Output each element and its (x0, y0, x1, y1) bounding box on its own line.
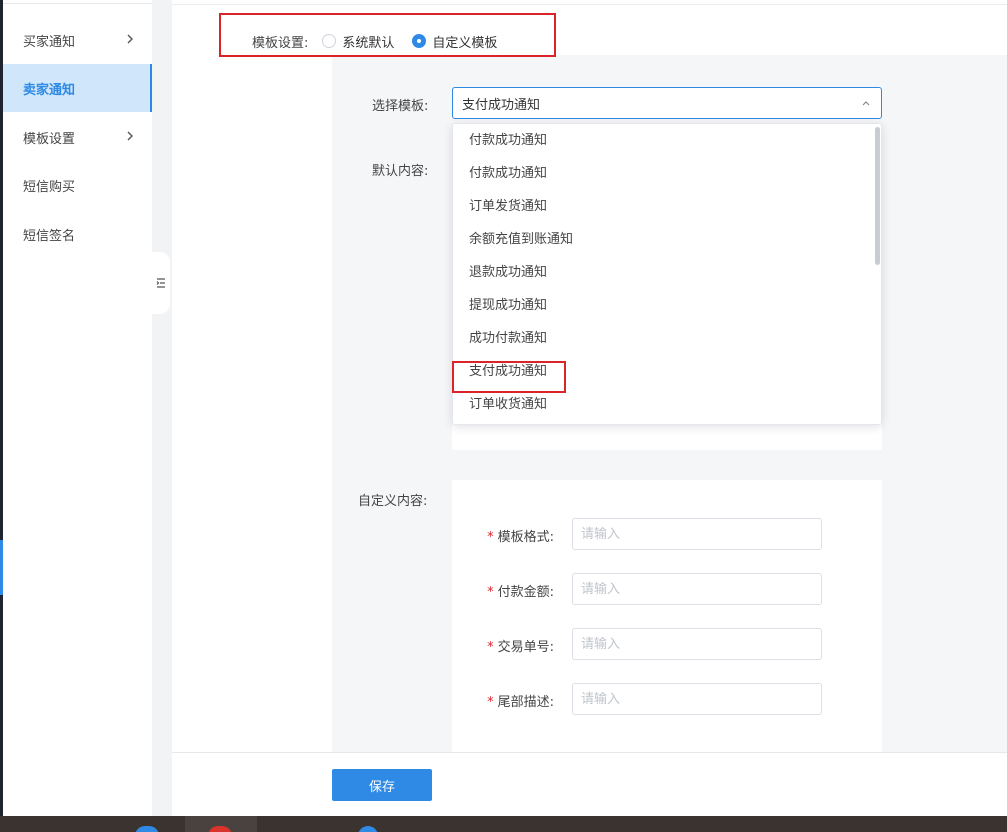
taskbar-app-icon[interactable] (358, 826, 378, 832)
sidebar-item-sms-purchase[interactable]: 短信购买 (3, 161, 152, 209)
footer-divider (172, 752, 1007, 753)
transaction-number-input[interactable] (572, 628, 822, 660)
dropdown-option[interactable]: 成功付款通知 (453, 322, 881, 355)
sidebar-item-label: 模板设置 (23, 131, 76, 147)
field-label-text: 付款金额: (497, 585, 554, 600)
dropdown-scrollbar[interactable] (875, 127, 880, 265)
field-label-text: 尾部描述: (497, 695, 554, 710)
dropdown-option[interactable]: 付款成功通知 (453, 157, 881, 190)
sidebar-top-divider (3, 0, 152, 4)
sidebar-item-sms-signature[interactable]: 短信签名 (3, 210, 152, 258)
field-label-text: 模板格式: (497, 530, 554, 545)
transaction-number-label: * 交易单号: (434, 636, 554, 655)
dropdown-option[interactable]: 订单发货通知 (453, 190, 881, 223)
payment-amount-label: * 付款金额: (434, 581, 554, 600)
chevron-right-icon (127, 34, 133, 44)
select-template-dropdown[interactable]: 支付成功通知 (452, 87, 882, 119)
template-format-label: * 模板格式: (434, 526, 554, 545)
taskbar-app-icon[interactable] (135, 826, 159, 832)
template-format-input[interactable] (572, 518, 822, 550)
sidebar-item-seller-notice[interactable]: 卖家通知 (3, 64, 152, 112)
sidebar-item-buyer-notice[interactable]: 买家通知 (3, 16, 152, 64)
sidebar: 买家通知 卖家通知 模板设置 短信购买 短信签名 (3, 0, 152, 816)
main-panel: 模板设置: 系统默认 自定义模板 选择模板: 支付成功通知 默认内容: 付款成功… (172, 0, 1007, 816)
content-gap (152, 0, 172, 816)
footer-description-label: * 尾部描述: (434, 691, 554, 710)
highlight-box-template-setting (219, 13, 556, 57)
required-star: * (487, 585, 494, 600)
sidebar-item-template-settings[interactable]: 模板设置 (3, 113, 152, 161)
required-star: * (487, 695, 494, 710)
sidebar-item-label: 短信购买 (23, 179, 76, 195)
save-button[interactable]: 保存 (332, 769, 432, 801)
footer-description-input[interactable] (572, 683, 822, 715)
highlight-box-selected-option (452, 361, 566, 393)
payment-amount-input[interactable] (572, 573, 822, 605)
custom-content-label: 自定义内容: (358, 494, 428, 509)
sidebar-item-label: 买家通知 (23, 34, 76, 50)
collapse-menu-icon (156, 278, 165, 288)
dropdown-option[interactable]: 退款成功通知 (453, 256, 881, 289)
required-star: * (487, 640, 494, 655)
select-template-label: 选择模板: (372, 99, 429, 114)
dropdown-option[interactable]: 付款成功通知 (453, 124, 881, 157)
sidebar-item-label: 短信签名 (23, 228, 76, 244)
os-taskbar (0, 816, 1007, 832)
sidebar-collapse-toggle[interactable] (152, 252, 170, 314)
field-label-text: 交易单号: (497, 640, 554, 655)
chevron-right-icon (127, 131, 133, 141)
chevron-up-icon (862, 101, 870, 106)
dropdown-option[interactable]: 提现成功通知 (453, 289, 881, 322)
main-top-divider (172, 4, 1007, 5)
required-star: * (487, 530, 494, 545)
select-template-value: 支付成功通知 (462, 97, 541, 113)
default-content-label: 默认内容: (372, 164, 429, 179)
sidebar-item-label: 卖家通知 (23, 82, 76, 98)
dropdown-option[interactable]: 余额充值到账通知 (453, 223, 881, 256)
